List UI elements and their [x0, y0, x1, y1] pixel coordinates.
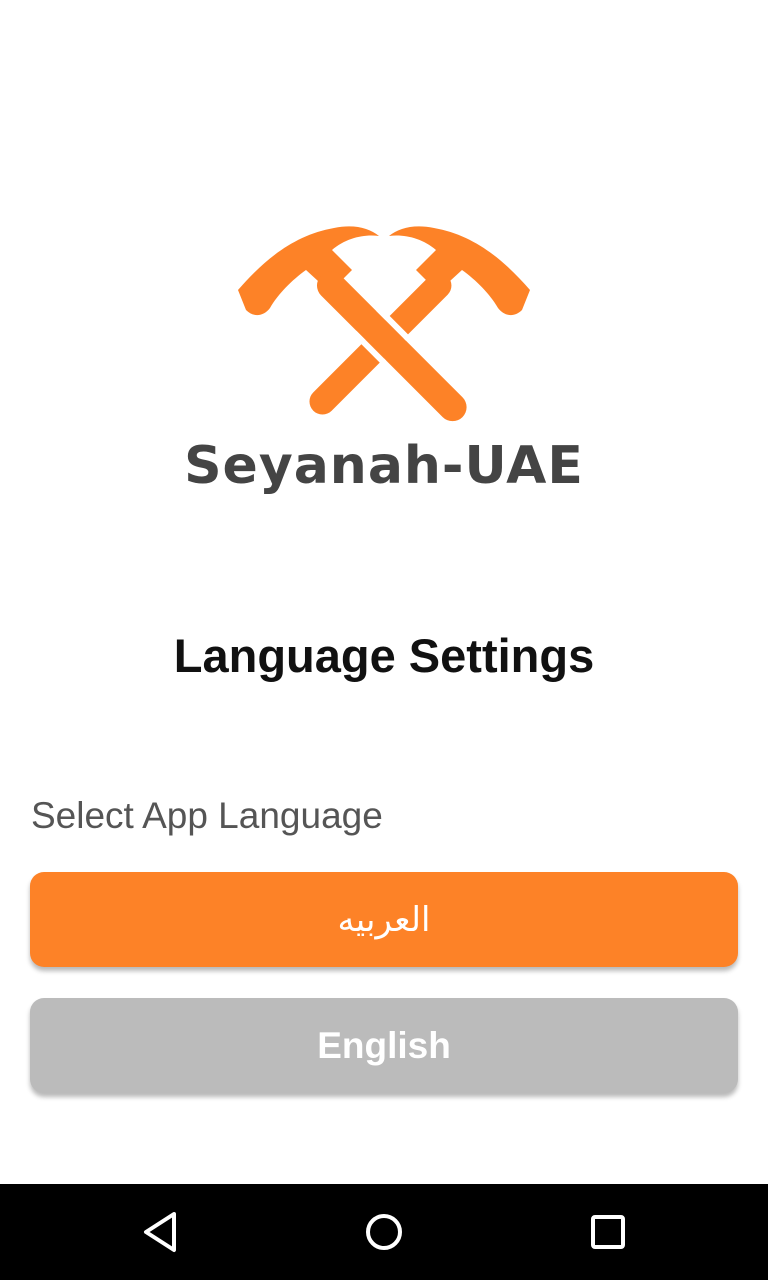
crossed-hammers-icon: [238, 226, 530, 422]
back-triangle-icon[interactable]: [130, 1202, 190, 1262]
app-name: Seyanah-UAE: [184, 436, 584, 496]
language-settings-screen: Seyanah-UAE Language Settings Select App…: [0, 0, 768, 1280]
english-language-button[interactable]: English: [30, 998, 738, 1093]
recents-square-icon[interactable]: [578, 1202, 638, 1262]
page-title: Language Settings: [173, 629, 595, 682]
arabic-language-button[interactable]: العربيه: [30, 872, 738, 967]
select-language-label: Select App Language: [31, 795, 383, 836]
system-navigation-bar: [0, 1184, 768, 1280]
app-logo: Seyanah-UAE: [0, 200, 768, 510]
home-circle-icon[interactable]: [354, 1202, 414, 1262]
